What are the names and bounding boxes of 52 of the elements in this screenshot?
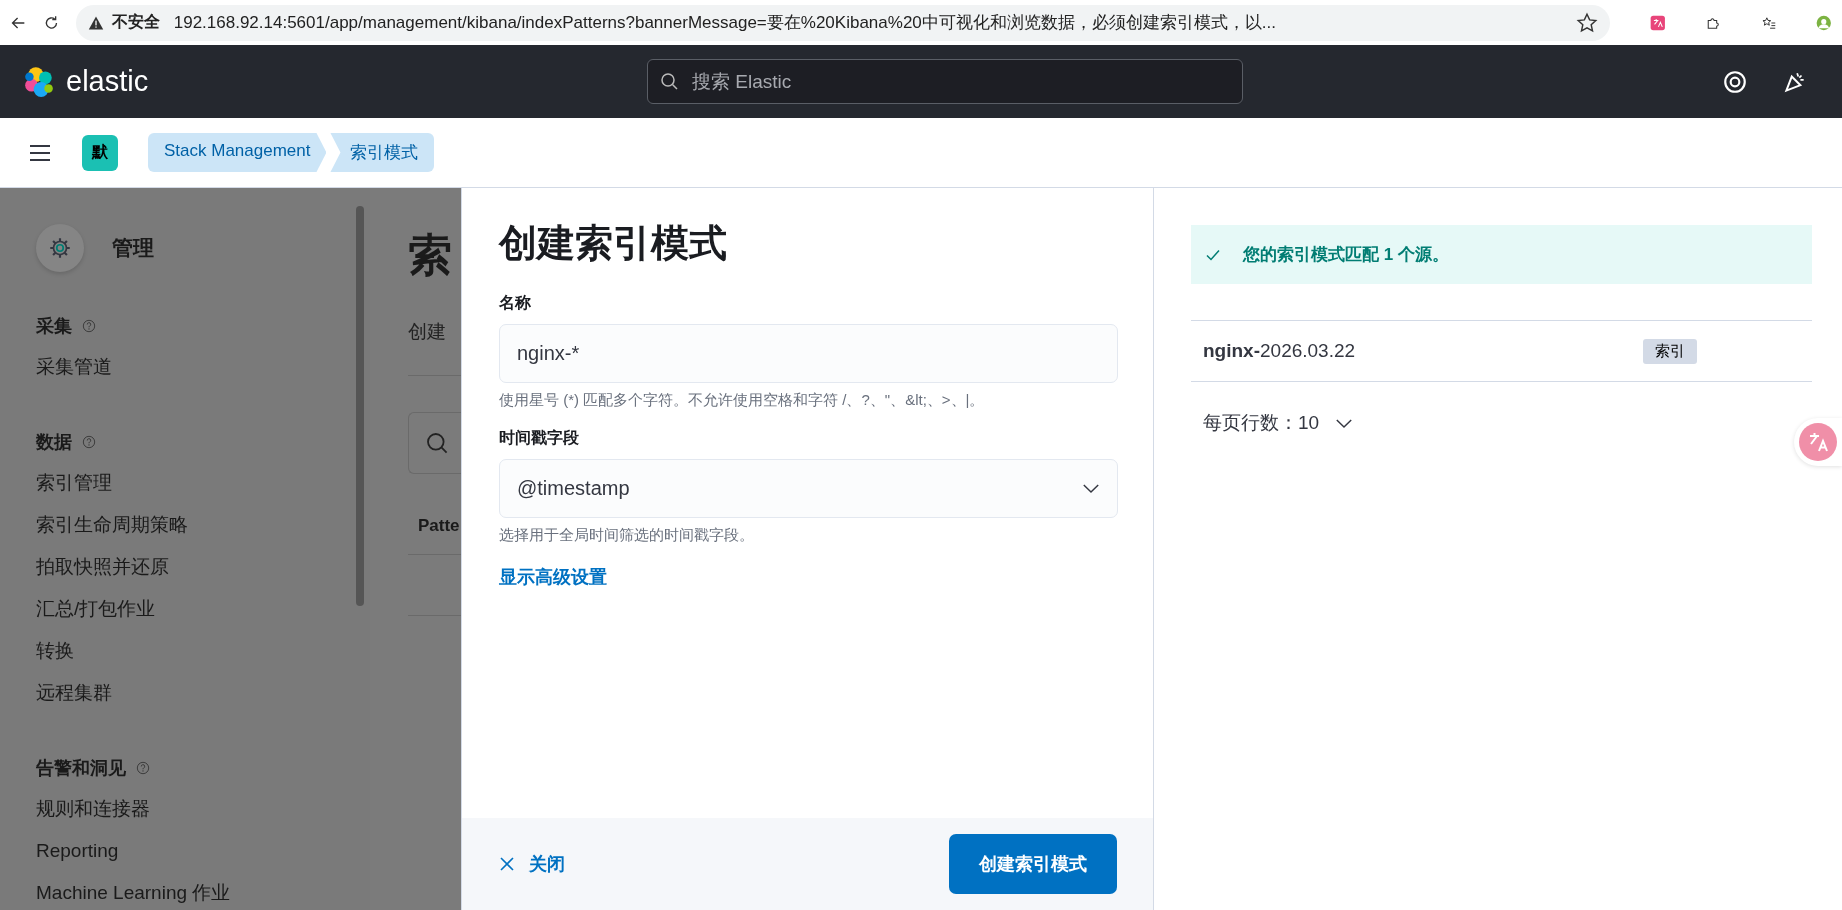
sidebar-item[interactable]: 索引管理 xyxy=(36,462,112,504)
rows-per-page-button[interactable]: 每页行数：10 xyxy=(1191,402,1366,444)
address-bar[interactable]: 不安全 192.168.92.14:5601/app/management/kibana/indexPatterns?bannerMessage=要在%20Kibana%20中可视化和浏览数据，必须创建索引模式，以... xyxy=(75,4,1610,41)
sidebar-title: 管理 xyxy=(112,235,154,261)
search-field[interactable]: 搜索 Elastic xyxy=(647,59,1243,104)
flyout-title: 创建索引模式 xyxy=(499,221,727,266)
search-icon xyxy=(425,431,449,455)
sidebar-item[interactable]: 采集管道 xyxy=(36,346,112,388)
create-button[interactable]: 创建索引模式 xyxy=(949,834,1117,894)
star-icon[interactable] xyxy=(1575,11,1598,34)
column-header: Patte xyxy=(418,516,461,536)
name-field[interactable]: nginx-* xyxy=(499,324,1118,383)
sidebar-item[interactable]: 规则和连接器 xyxy=(36,788,150,830)
warning-icon xyxy=(87,14,104,31)
page-title: 索 xyxy=(408,229,453,281)
breadcrumb[interactable]: 索引模式 xyxy=(330,133,435,172)
sidebar-item[interactable]: 转换 xyxy=(36,630,74,672)
source-name: nginx-2026.03.22 xyxy=(1203,340,1357,362)
question-icon xyxy=(136,761,150,775)
field-label: 时间戳字段 xyxy=(499,428,579,448)
callout-text: 您的索引模式匹配 1 个源。 xyxy=(1243,244,1449,266)
advanced-settings-link[interactable]: 显示高级设置 xyxy=(499,565,607,589)
section-title: 采集 xyxy=(36,315,72,338)
timestamp-select[interactable]: @timestamp xyxy=(499,459,1118,518)
sidebar-item[interactable]: 拍取快照并还原 xyxy=(36,546,169,588)
logo-text: elastic xyxy=(66,65,149,98)
space-badge[interactable]: 默 xyxy=(82,134,118,171)
gear-icon xyxy=(36,224,84,272)
chevron-icon xyxy=(1082,483,1100,494)
sidebar-item[interactable]: 索引生命周期策略 xyxy=(36,504,188,546)
search-icon xyxy=(659,71,679,91)
section-title: 告警和洞见 xyxy=(36,757,126,780)
close-icon xyxy=(499,856,515,872)
section-title: 数据 xyxy=(36,431,72,454)
breadcrumb[interactable]: Stack Management xyxy=(148,133,327,172)
sidebar-item[interactable]: Machine Learning 作业 xyxy=(36,872,231,910)
scrollbar[interactable] xyxy=(356,206,364,606)
chevron-icon xyxy=(1335,417,1354,429)
page-description: 创建 xyxy=(408,320,447,344)
source-tag: 索引 xyxy=(1643,338,1697,364)
close-button[interactable]: 关闭 xyxy=(499,844,565,884)
field-label: 名称 xyxy=(499,293,531,313)
question-icon xyxy=(82,319,96,333)
sidebar-item[interactable]: 汇总/打包作业 xyxy=(36,588,156,630)
question-icon xyxy=(82,435,96,449)
sidebar-item[interactable]: Reporting xyxy=(36,830,119,872)
help-text: 使用星号 (*) 匹配多个字符。不允许使用空格和字符 /、?、"、&lt;、>、|。 xyxy=(499,391,985,410)
security-label: 不安全 xyxy=(111,12,160,32)
sidebar-item[interactable]: 远程集群 xyxy=(36,672,112,714)
help-text: 选择用于全局时间筛选的时间戳字段。 xyxy=(499,526,754,545)
logo-icon[interactable] xyxy=(22,64,56,99)
url-text: 192.168.92.14:5601/app/management/kibana/indexPatterns?bannerMessage=要在%20Kibana%20中可视化和浏览数据，必须创建索引模式，以... xyxy=(173,12,1277,34)
